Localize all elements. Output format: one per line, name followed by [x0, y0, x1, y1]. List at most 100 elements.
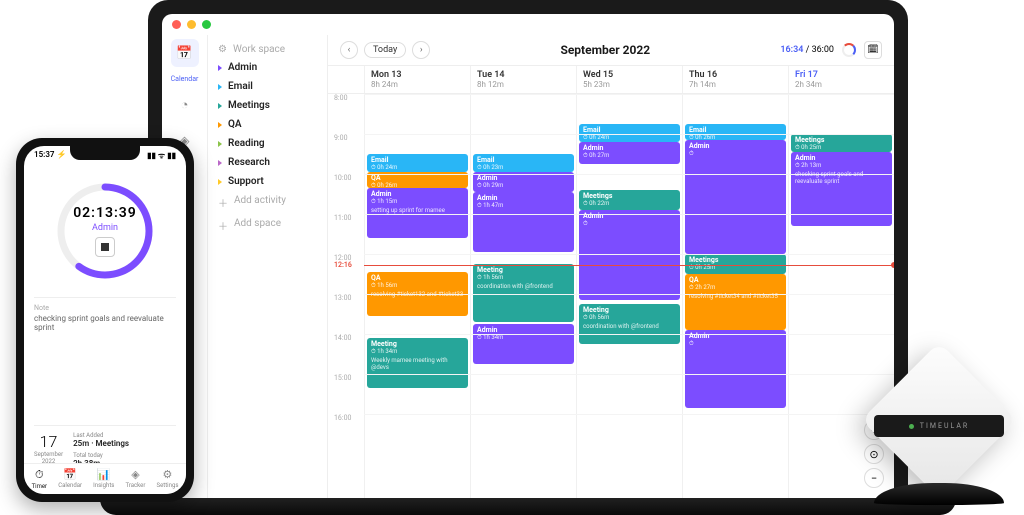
time-current: 16:34 — [780, 45, 803, 55]
calendar-event[interactable]: Admin⏱ 1h 34m — [473, 324, 574, 364]
status-indicators: ▮▮ ᯤ ▮▮ — [147, 150, 176, 161]
tab-calendar[interactable]: 📅Calendar — [58, 468, 82, 490]
sidebar-workspace-head[interactable]: ⚙ Work space — [212, 41, 323, 58]
sidebar-item-label: Email — [228, 81, 253, 92]
tracker-device: TIMEULAR — [864, 355, 1014, 505]
note-text: checking sprint goals and reevaluate spr… — [34, 314, 176, 332]
window-controls — [162, 14, 894, 35]
phone-tabbar: ⏱Timer 📅Calendar 📊Insights ◈Tracker ⚙Setting… — [24, 463, 186, 494]
sidebar-item-label: Admin — [228, 62, 257, 73]
sidebar-item-support[interactable]: Support — [212, 172, 323, 191]
status-time: 15:37 ⚡ — [34, 150, 66, 161]
calendar-event[interactable]: QA⏱ 2h 27mresolving #ticket34 and #ticke… — [685, 274, 786, 330]
pie-chart-icon: ◔ — [181, 97, 189, 113]
sidebar-head-label: Work space — [233, 44, 285, 55]
tab-timer[interactable]: ⏱Timer — [32, 468, 48, 490]
triangle-icon — [218, 179, 222, 185]
tracker-band: TIMEULAR — [874, 415, 1004, 437]
phone-summary: 17 September 2022 Last Added 25m · Meeti… — [34, 425, 176, 468]
day-column[interactable]: Email⏱ 0h 26mAdmin⏱ Meetings⏱ 0h 25mQA⏱ … — [682, 94, 788, 498]
tab-label: Calendar — [58, 482, 82, 489]
sidebar-item-reading[interactable]: Reading — [212, 134, 323, 153]
add-activity[interactable]: ＋ Add activity — [212, 191, 323, 214]
calendar-event[interactable]: Admin⏱ 1h 15msetting up sprint for mamee — [367, 188, 468, 238]
sidebar-item-meetings[interactable]: Meetings — [212, 96, 323, 115]
triangle-icon — [218, 84, 222, 90]
calendar-event[interactable]: Email⏱ 0h 23m — [473, 154, 574, 172]
note-label: Note — [34, 304, 176, 312]
phone-frame: 15:37 ⚡ ▮▮ ᯤ ▮▮ 02:13:39 Admin Note chec… — [16, 138, 194, 502]
add-space-label: Add space — [234, 218, 281, 233]
calendar-event[interactable]: Meetings⏱ 0h 25m — [791, 134, 892, 152]
tab-settings[interactable]: ⚙Settings — [157, 468, 179, 490]
sidebar-item-research[interactable]: Research — [212, 153, 323, 172]
calendar-grid[interactable]: 8:009:0010:0011:0012:0013:0014:0015:0016… — [328, 94, 894, 498]
prev-week-button[interactable]: ‹ — [340, 41, 358, 59]
settings-icon: ⚙ — [163, 468, 173, 481]
tab-insights[interactable]: 📊Insights — [93, 468, 114, 490]
day-column[interactable]: Email⏱ 0h 24mAdmin⏱ 0h 27m Meetings⏱ 0h 2… — [576, 94, 682, 498]
add-activity-label: Add activity — [234, 195, 286, 210]
minimize-icon[interactable] — [187, 20, 196, 29]
next-week-button[interactable]: › — [412, 41, 430, 59]
add-space[interactable]: ＋ Add space — [212, 214, 323, 237]
today-button[interactable]: Today — [364, 42, 406, 58]
rail-pie[interactable]: ◔ — [171, 91, 199, 119]
sidebar-item-admin[interactable]: Admin — [212, 58, 323, 77]
calendar-icon: 📅 — [63, 468, 77, 481]
calendar-event[interactable]: Admin⏱ 0h 27m — [579, 142, 680, 164]
timer-ring: 02:13:39 Admin — [55, 181, 155, 281]
sidebar-item-email[interactable]: Email — [212, 77, 323, 96]
calendar-event[interactable]: Admin⏱ 0h 29m — [473, 172, 574, 192]
stop-button[interactable] — [95, 237, 115, 257]
day-header-row: Mon 138h 24mTue 148h 12mWed 155h 23mThu … — [328, 66, 894, 94]
laptop-screen: 📅 Calendar ◔ ◈ ⚙ Work space AdminEmailMe… — [162, 14, 894, 498]
calendar-event[interactable]: Meeting⏱ 0h 56mcoordination with @fronte… — [579, 304, 680, 344]
calendar-event[interactable]: Email⏱ 0h 26m — [685, 124, 786, 140]
plus-icon: ＋ — [218, 218, 228, 233]
calendar-main: ‹ Today › September 2022 16:34 / 36:00 🗓… — [328, 35, 894, 498]
total-today-label: Total today — [73, 452, 129, 459]
sidebar-item-label: Support — [228, 176, 264, 187]
insights-icon: 📊 — [97, 468, 111, 481]
note-section[interactable]: Note checking sprint goals and reevaluat… — [34, 297, 176, 332]
calendar-event[interactable]: Meeting⏱ 1h 34mWeekly mamee meeting with… — [367, 338, 468, 388]
day-header: Mon 138h 24m — [364, 66, 470, 93]
plus-icon: ＋ — [218, 195, 228, 210]
calendar-event[interactable]: Admin⏱ — [579, 210, 680, 300]
calendar-event[interactable]: Admin⏱ — [685, 140, 786, 254]
app-root: 📅 Calendar ◔ ◈ ⚙ Work space AdminEmailMe… — [162, 35, 894, 498]
calendar-event[interactable]: Email⏱ 0h 24m — [367, 154, 468, 172]
gear-icon: ⚙ — [218, 44, 227, 55]
calendar-event[interactable]: Admin⏱ — [685, 330, 786, 408]
rail-calendar[interactable]: 📅 — [171, 39, 199, 67]
timer-icon: ⏱ — [35, 468, 44, 482]
calendar-topbar: ‹ Today › September 2022 16:34 / 36:00 🗓 — [328, 35, 894, 66]
timer-value: 02:13:39 — [73, 205, 137, 221]
calendar-event[interactable]: Email⏱ 0h 24m — [579, 124, 680, 142]
sidebar-item-qa[interactable]: QA — [212, 115, 323, 134]
day-column[interactable]: Email⏱ 0h 23mAdmin⏱ 0h 29mAdmin⏱ 1h 47m M… — [470, 94, 576, 498]
calendar-event[interactable]: Meeting⏱ 1h 56mcoordination with @fronte… — [473, 264, 574, 322]
stop-icon — [101, 243, 109, 251]
day-header: Fri 172h 34m — [788, 66, 894, 93]
close-icon[interactable] — [172, 20, 181, 29]
triangle-icon — [218, 160, 222, 166]
triangle-icon — [218, 103, 222, 109]
triangle-icon — [218, 122, 222, 128]
sidebar-item-label: Meetings — [228, 100, 270, 111]
last-added-label: Last Added — [73, 432, 129, 439]
tab-label: Insights — [93, 482, 114, 489]
calendar-event[interactable]: Admin⏱ 1h 47m — [473, 192, 574, 252]
laptop-frame: 📅 Calendar ◔ ◈ ⚙ Work space AdminEmailMe… — [148, 0, 908, 498]
maximize-icon[interactable] — [202, 20, 211, 29]
tracker-icon: ◈ — [131, 468, 139, 481]
tab-tracker[interactable]: ◈Tracker — [126, 468, 146, 490]
day-column[interactable]: Email⏱ 0h 24mQA⏱ 0h 26mAdmin⏱ 1h 15msett… — [364, 94, 470, 498]
last-added-value: 25m · Meetings — [73, 439, 129, 448]
sidebar-item-label: QA — [228, 119, 242, 130]
triangle-icon — [218, 141, 222, 147]
calendar-event[interactable]: Meetings⏱ 0h 22m — [579, 190, 680, 210]
month-title: September 2022 — [560, 43, 650, 57]
calendar-picker-button[interactable]: 🗓 — [864, 41, 882, 59]
